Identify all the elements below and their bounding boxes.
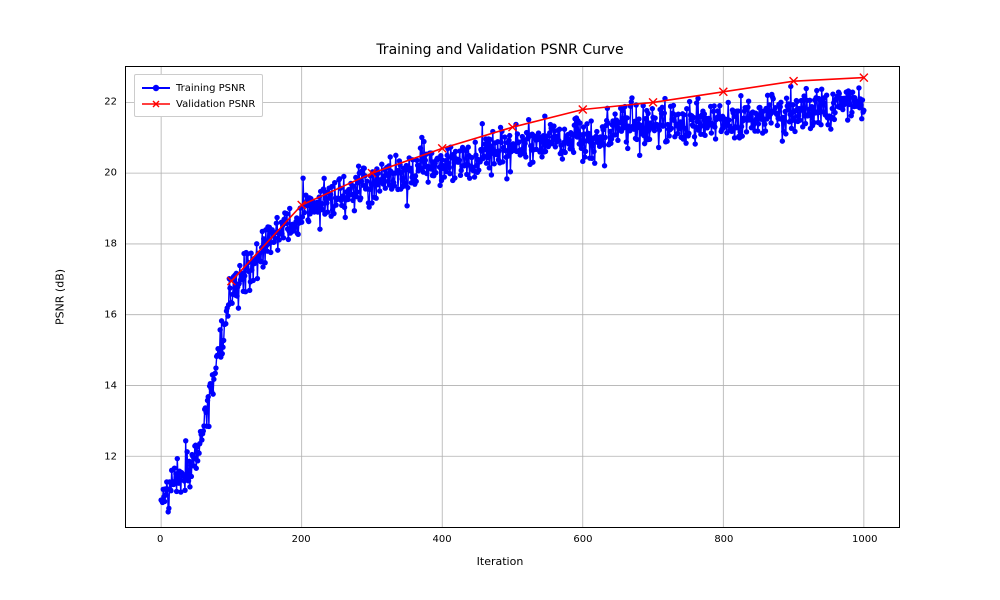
legend-swatch-training bbox=[142, 82, 170, 94]
x-tick: 0 bbox=[157, 534, 163, 545]
x-tick: 1000 bbox=[852, 534, 877, 545]
y-tick: 14 bbox=[87, 380, 117, 391]
y-axis-label: PSNR (dB) bbox=[54, 269, 67, 325]
y-tick: 16 bbox=[87, 309, 117, 320]
y-tick: 22 bbox=[87, 96, 117, 107]
plot-area bbox=[125, 66, 900, 528]
legend-entry-validation: Validation PSNR bbox=[142, 96, 255, 112]
chart-title: Training and Validation PSNR Curve bbox=[0, 42, 1000, 58]
y-tick: 12 bbox=[87, 451, 117, 462]
legend-swatch-validation bbox=[142, 98, 170, 110]
y-tick: 20 bbox=[87, 167, 117, 178]
figure: Training and Validation PSNR Curve Itera… bbox=[0, 0, 1000, 600]
plot-svg bbox=[126, 67, 899, 527]
legend: Training PSNR Validation PSNR bbox=[134, 74, 263, 117]
x-tick: 400 bbox=[432, 534, 451, 545]
legend-label-validation: Validation PSNR bbox=[176, 99, 255, 110]
x-tick: 800 bbox=[714, 534, 733, 545]
x-axis-label: Iteration bbox=[0, 555, 1000, 568]
legend-label-training: Training PSNR bbox=[176, 83, 245, 94]
legend-entry-training: Training PSNR bbox=[142, 80, 255, 96]
y-tick: 18 bbox=[87, 238, 117, 249]
x-tick: 600 bbox=[573, 534, 592, 545]
x-tick: 200 bbox=[292, 534, 311, 545]
